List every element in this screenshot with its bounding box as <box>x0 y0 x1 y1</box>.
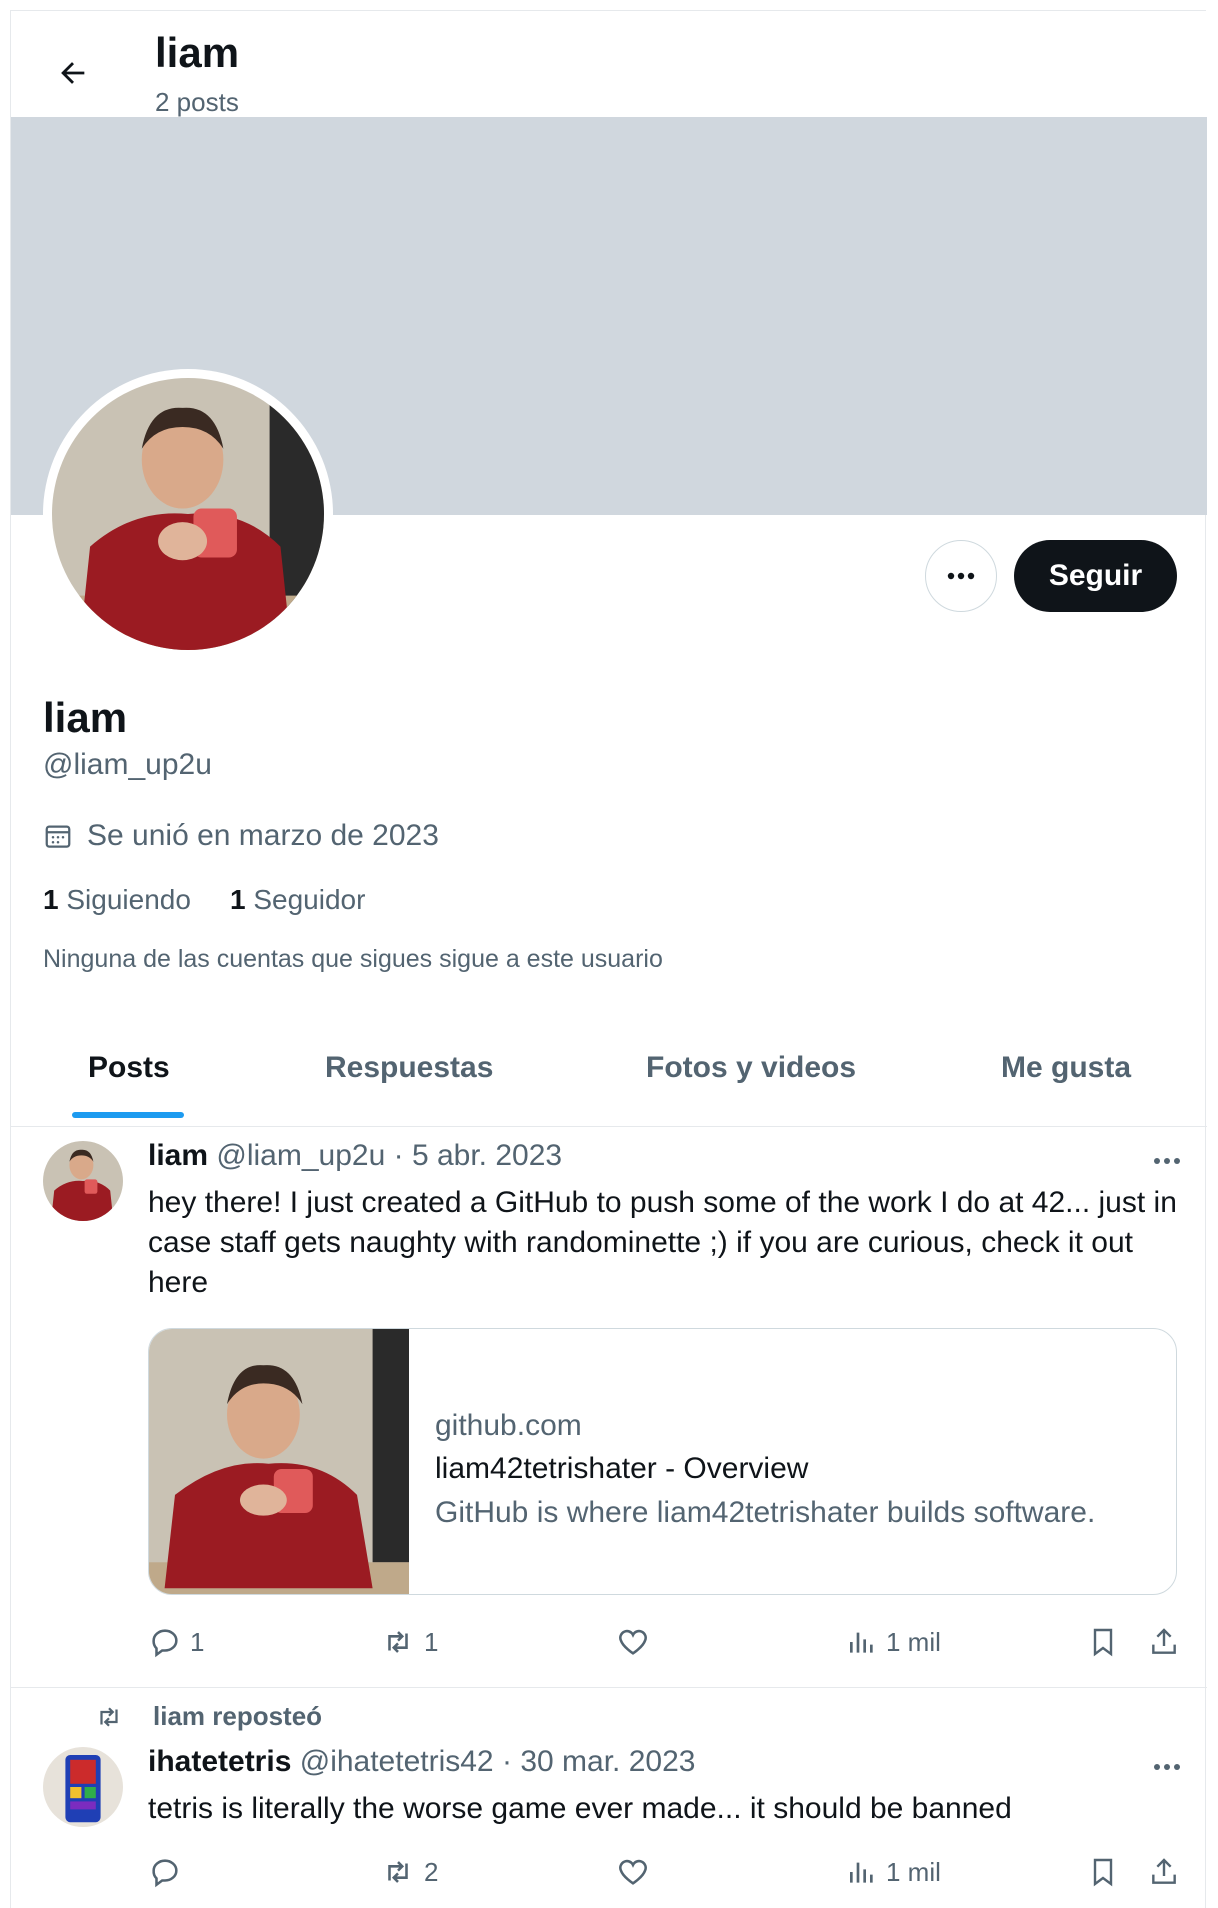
profile-handle: @liam_up2u <box>43 748 212 781</box>
views-count: 1 mil <box>886 1856 941 1887</box>
post-handle[interactable]: @liam_up2u <box>216 1139 385 1172</box>
repost-icon <box>388 1861 408 1883</box>
like-button[interactable] <box>616 1625 658 1659</box>
reply-button[interactable] <box>148 1855 190 1889</box>
bookmark-icon <box>1093 1858 1113 1887</box>
post-text: tetris is literally the worse game ever … <box>148 1792 1012 1825</box>
heart-icon <box>619 1629 647 1655</box>
views-count: 1 mil <box>886 1626 941 1657</box>
views-button[interactable]: 1 mil <box>846 1855 941 1889</box>
views-icon <box>850 1632 873 1653</box>
profile-avatar[interactable] <box>43 369 333 659</box>
repost-icon <box>388 1631 408 1653</box>
follow-button[interactable]: Seguir <box>1014 540 1177 612</box>
bookmark-button[interactable] <box>1087 1855 1127 1889</box>
post-header: ihatetetris @ihatetetris42 · 30 mar. 202… <box>148 1745 695 1779</box>
repost-button[interactable]: 2 <box>380 1855 438 1889</box>
bookmark-button[interactable] <box>1087 1625 1127 1659</box>
repost-count: 1 <box>424 1626 439 1657</box>
post-author[interactable]: ihatetetris <box>148 1745 291 1778</box>
reply-icon <box>152 1859 178 1888</box>
ellipsis-icon <box>1154 1158 1180 1164</box>
tab-replies[interactable]: Respuestas <box>325 1051 493 1085</box>
tab-media[interactable]: Fotos y videos <box>646 1051 856 1085</box>
post-more-button[interactable] <box>1147 1141 1187 1181</box>
header-post-count: 2 posts <box>155 87 239 117</box>
arrow-left-icon <box>61 62 85 84</box>
active-tab-indicator <box>72 1112 184 1118</box>
views-button[interactable]: 1 mil <box>846 1625 941 1659</box>
profile-tabs: Posts Respuestas Fotos y videos Me gusta <box>11 1021 1207 1127</box>
followers-count: 1 <box>230 884 246 915</box>
following-link[interactable]: 1 Siguiendo <box>43 884 191 916</box>
views-icon <box>850 1862 873 1883</box>
link-card-description: GitHub is where liam42tetrishater builds… <box>435 1496 1096 1529</box>
post-date[interactable]: 30 mar. 2023 <box>520 1745 695 1778</box>
join-date-text: Se unió en marzo de 2023 <box>87 819 439 852</box>
profile-more-button[interactable] <box>925 540 997 612</box>
post-divider <box>11 1687 1207 1688</box>
post-header: liam @liam_up2u · 5 abr. 2023 <box>148 1139 562 1173</box>
avatar-photo <box>52 378 324 650</box>
repost-label[interactable]: liam reposteó <box>153 1701 322 1732</box>
like-button[interactable] <box>616 1855 658 1889</box>
share-button[interactable] <box>1148 1625 1188 1659</box>
post-text: hey there! I just created a GitHub to pu… <box>148 1186 1177 1299</box>
ellipsis-icon <box>1154 1764 1180 1770</box>
repost-icon <box>100 1706 118 1727</box>
join-date: Se unió en marzo de 2023 <box>43 819 439 853</box>
link-card[interactable]: github.com liam42tetrishater - Overview … <box>148 1328 1177 1595</box>
link-card-title: liam42tetrishater - Overview <box>435 1452 809 1485</box>
post-date[interactable]: 5 abr. 2023 <box>412 1139 562 1172</box>
bookmark-icon <box>1093 1628 1113 1657</box>
repost-count: 2 <box>424 1856 439 1887</box>
top-header: liam 2 posts <box>11 11 1207 117</box>
share-button[interactable] <box>1148 1855 1188 1889</box>
post-avatar[interactable] <box>43 1747 123 1827</box>
post-sep: · <box>393 1139 404 1172</box>
repost-button[interactable]: 1 <box>380 1625 438 1659</box>
post-avatar[interactable] <box>43 1141 123 1221</box>
profile-name: liam <box>43 694 128 741</box>
tab-posts[interactable]: Posts <box>88 1051 170 1085</box>
reply-count: 1 <box>190 1626 205 1657</box>
post-author[interactable]: liam <box>148 1139 208 1172</box>
header-title: liam <box>155 29 240 76</box>
heart-icon <box>619 1859 647 1885</box>
following-label: Siguiendo <box>66 884 191 915</box>
followers-label: Seguidor <box>253 884 366 915</box>
post-sep: · <box>501 1745 512 1778</box>
share-icon <box>1152 1858 1176 1884</box>
ellipsis-icon <box>947 572 975 580</box>
post-handle[interactable]: @ihatetetris42 <box>300 1745 494 1778</box>
link-card-image <box>149 1329 409 1594</box>
back-button[interactable] <box>41 41 105 105</box>
reply-button[interactable]: 1 <box>148 1625 204 1659</box>
reply-icon <box>152 1629 178 1658</box>
mutuals-note: Ninguna de las cuentas que sigues sigue … <box>43 945 663 973</box>
tab-likes[interactable]: Me gusta <box>1001 1051 1131 1085</box>
profile-page: liam 2 posts Seguir liam @liam_up2u Se u… <box>10 10 1207 1908</box>
post-more-button[interactable] <box>1147 1747 1187 1787</box>
link-card-domain: github.com <box>435 1409 582 1442</box>
followers-link[interactable]: 1 Seguidor <box>230 884 365 916</box>
following-count: 1 <box>43 884 59 915</box>
share-icon <box>1152 1628 1176 1654</box>
calendar-icon <box>45 825 71 848</box>
repost-indicator: liam reposteó <box>93 1701 322 1732</box>
